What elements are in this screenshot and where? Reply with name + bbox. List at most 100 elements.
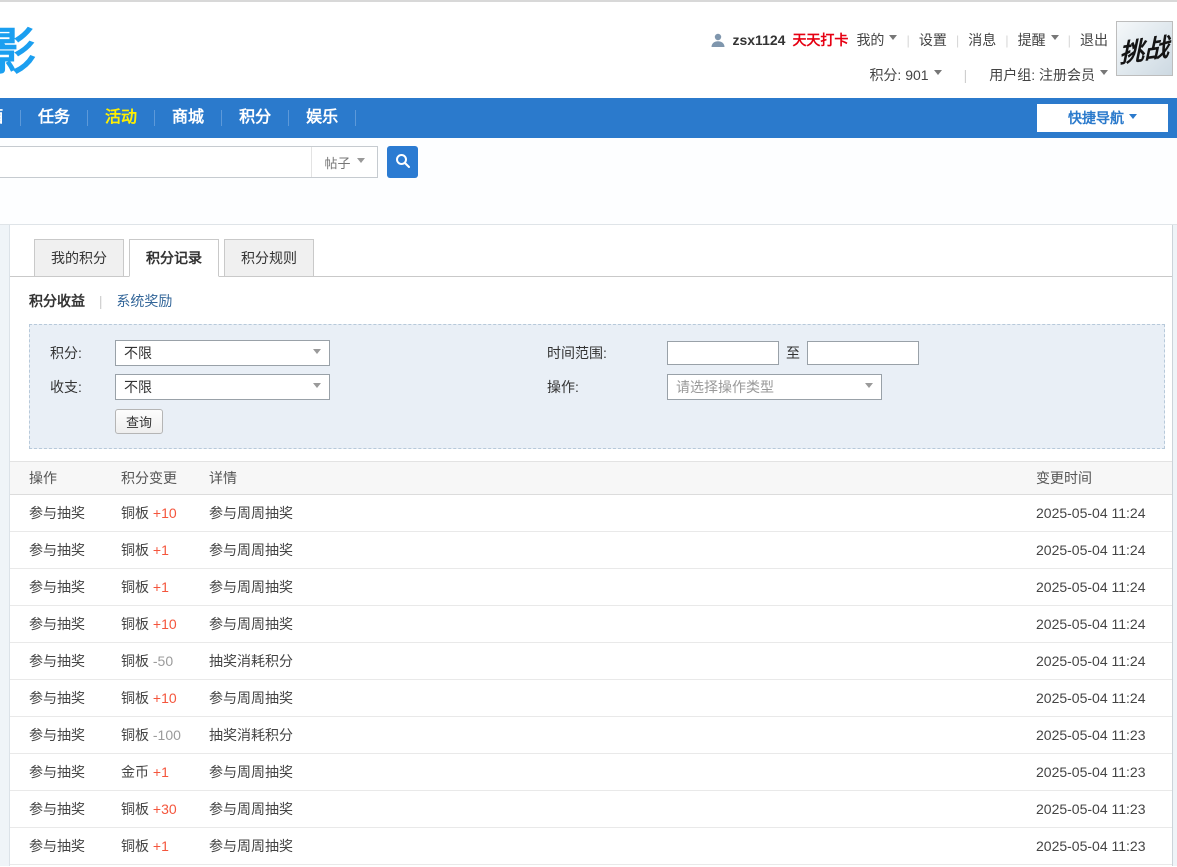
subnav-system-rewards[interactable]: 系统奖励 — [116, 293, 172, 309]
time-from-input[interactable] — [667, 341, 779, 365]
credit-delta: +10 — [153, 616, 177, 632]
cell-credit-change: 铜板 +10 — [121, 503, 209, 523]
menu-separator: | — [1068, 33, 1071, 48]
menu-separator: | — [964, 67, 968, 83]
caret-down-icon — [357, 158, 365, 167]
nav-item-entertainment[interactable]: 娱乐 — [289, 98, 355, 138]
time-to-input[interactable] — [807, 341, 919, 365]
main-navbar: 酒 任务 活动 商城 积分 娱乐 快捷导航 — [0, 98, 1177, 138]
cell-credit-change: 铜板 +1 — [121, 836, 209, 856]
credit-filter-select[interactable]: 不限 — [115, 340, 330, 366]
menu-settings[interactable]: 设置 — [919, 30, 947, 50]
cell-operation: 参与抽奖 — [29, 836, 121, 856]
site-logo[interactable]: 影 — [0, 12, 34, 84]
tab-my-credits[interactable]: 我的积分 — [34, 239, 124, 277]
cell-operation: 参与抽奖 — [29, 688, 121, 708]
io-filter-select[interactable]: 不限 — [115, 374, 330, 400]
caret-down-icon — [313, 383, 321, 392]
subnav-credit-income[interactable]: 积分收益 — [29, 293, 85, 309]
cell-operation: 参与抽奖 — [29, 503, 121, 523]
cell-detail: 参与周周抽奖 — [209, 540, 1036, 560]
table-row: 参与抽奖 铜板 +10 参与周周抽奖 2025-05-04 11:24 — [10, 680, 1172, 717]
search-type-dropdown[interactable]: 帖子 — [311, 147, 377, 177]
cell-change-time: 2025-05-04 11:23 — [1036, 727, 1172, 743]
table-row: 参与抽奖 铜板 +10 参与周周抽奖 2025-05-04 11:24 — [10, 606, 1172, 643]
quick-nav-button[interactable]: 快捷导航 — [1037, 104, 1168, 132]
user-panel: zsx1124 天天打卡 我的 | 设置 | 消息 | 提醒 | 退出 积分: … — [710, 30, 1108, 85]
table-row: 参与抽奖 金币 +1 参与周周抽奖 2025-05-04 11:23 — [10, 754, 1172, 791]
cell-credit-change: 金币 +1 — [121, 762, 209, 782]
cell-detail: 参与周周抽奖 — [209, 762, 1036, 782]
search-box: 帖子 — [0, 146, 378, 178]
site-header: 影 zsx1124 天天打卡 我的 | 设置 | 消息 | 提醒 | 退出 积分… — [0, 2, 1177, 98]
column-header-change-time: 变更时间 — [1036, 468, 1172, 488]
cell-detail: 参与周周抽奖 — [209, 836, 1036, 856]
menu-logout[interactable]: 退出 — [1080, 30, 1108, 50]
cell-change-time: 2025-05-04 11:24 — [1036, 653, 1172, 669]
cell-detail: 抽奖消耗积分 — [209, 725, 1036, 745]
menu-notifications[interactable]: 提醒 — [1018, 30, 1059, 50]
search-section: 帖子 — [0, 138, 1177, 225]
caret-down-icon — [1051, 35, 1059, 44]
magnifier-icon — [395, 153, 411, 172]
nav-item-jiu[interactable]: 酒 — [0, 98, 20, 138]
cell-change-time: 2025-05-04 11:24 — [1036, 505, 1172, 521]
column-header-detail: 详情 — [209, 468, 1036, 488]
credit-delta: -50 — [153, 653, 173, 669]
table-row: 参与抽奖 铜板 -50 抽奖消耗积分 2025-05-04 11:24 — [10, 643, 1172, 680]
tab-credit-log[interactable]: 积分记录 — [129, 239, 219, 277]
cell-credit-change: 铜板 +10 — [121, 688, 209, 708]
time-to-separator: 至 — [786, 343, 800, 363]
table-row: 参与抽奖 铜板 +1 参与周周抽奖 2025-05-04 11:24 — [10, 569, 1172, 606]
credit-log-table: 操作 积分变更 详情 变更时间 参与抽奖 铜板 +10 参与周周抽奖 2025-… — [10, 461, 1172, 865]
search-button[interactable] — [387, 146, 418, 178]
subnav-separator: | — [99, 293, 103, 309]
cell-detail: 参与周周抽奖 — [209, 577, 1036, 597]
cell-credit-change: 铜板 +1 — [121, 540, 209, 560]
nav-item-credits[interactable]: 积分 — [222, 98, 288, 138]
cell-operation: 参与抽奖 — [29, 799, 121, 819]
menu-my[interactable]: 我的 — [856, 30, 897, 50]
avatar[interactable]: 挑战 — [1116, 21, 1173, 76]
operation-filter-select[interactable]: 请选择操作类型 — [667, 374, 882, 400]
nav-item-tasks[interactable]: 任务 — [21, 98, 87, 138]
cell-operation: 参与抽奖 — [29, 577, 121, 597]
cell-detail: 参与周周抽奖 — [209, 614, 1036, 634]
cell-credit-change: 铜板 +30 — [121, 799, 209, 819]
tab-credit-rules[interactable]: 积分规则 — [224, 239, 314, 277]
menu-messages[interactable]: 消息 — [968, 30, 996, 50]
cell-change-time: 2025-05-04 11:23 — [1036, 801, 1172, 817]
cell-detail: 抽奖消耗积分 — [209, 651, 1036, 671]
checkin-badge[interactable]: 天天打卡 — [792, 30, 848, 50]
page-background: 我的积分 积分记录 积分规则 积分收益 | 系统奖励 积分: 不限 时间范围: … — [0, 225, 1177, 866]
search-input[interactable] — [0, 147, 311, 177]
io-filter-label: 收支: — [50, 377, 115, 397]
nav-item-mall[interactable]: 商城 — [155, 98, 221, 138]
caret-down-icon — [313, 349, 321, 358]
credit-delta: +10 — [153, 690, 177, 706]
cell-credit-change: 铜板 -50 — [121, 651, 209, 671]
menu-separator: | — [906, 33, 909, 48]
cell-detail: 参与周周抽奖 — [209, 688, 1036, 708]
username[interactable]: zsx1124 — [732, 32, 785, 48]
nav-item-activities[interactable]: 活动 — [88, 98, 154, 138]
cell-change-time: 2025-05-04 11:23 — [1036, 764, 1172, 780]
content-panel: 我的积分 积分记录 积分规则 积分收益 | 系统奖励 积分: 不限 时间范围: … — [9, 225, 1173, 866]
credit-delta: +1 — [153, 838, 169, 854]
table-body: 参与抽奖 铜板 +10 参与周周抽奖 2025-05-04 11:24 参与抽奖… — [10, 495, 1172, 865]
table-row: 参与抽奖 铜板 +1 参与周周抽奖 2025-05-04 11:24 — [10, 532, 1172, 569]
credit-delta: +30 — [153, 801, 177, 817]
cell-change-time: 2025-05-04 11:24 — [1036, 542, 1172, 558]
query-button[interactable]: 查询 — [115, 409, 163, 434]
cell-change-time: 2025-05-04 11:24 — [1036, 690, 1172, 706]
table-row: 参与抽奖 铜板 +30 参与周周抽奖 2025-05-04 11:23 — [10, 791, 1172, 828]
cell-change-time: 2025-05-04 11:24 — [1036, 579, 1172, 595]
credits-dropdown[interactable]: 积分: 901 — [869, 65, 941, 85]
table-row: 参与抽奖 铜板 +10 参与周周抽奖 2025-05-04 11:24 — [10, 495, 1172, 532]
usergroup-dropdown[interactable]: 用户组: 注册会员 — [989, 65, 1108, 85]
menu-separator: | — [956, 33, 959, 48]
cell-operation: 参与抽奖 — [29, 725, 121, 745]
menu-separator: | — [1005, 33, 1008, 48]
credit-filter-label: 积分: — [50, 343, 115, 363]
caret-down-icon — [1129, 114, 1137, 123]
